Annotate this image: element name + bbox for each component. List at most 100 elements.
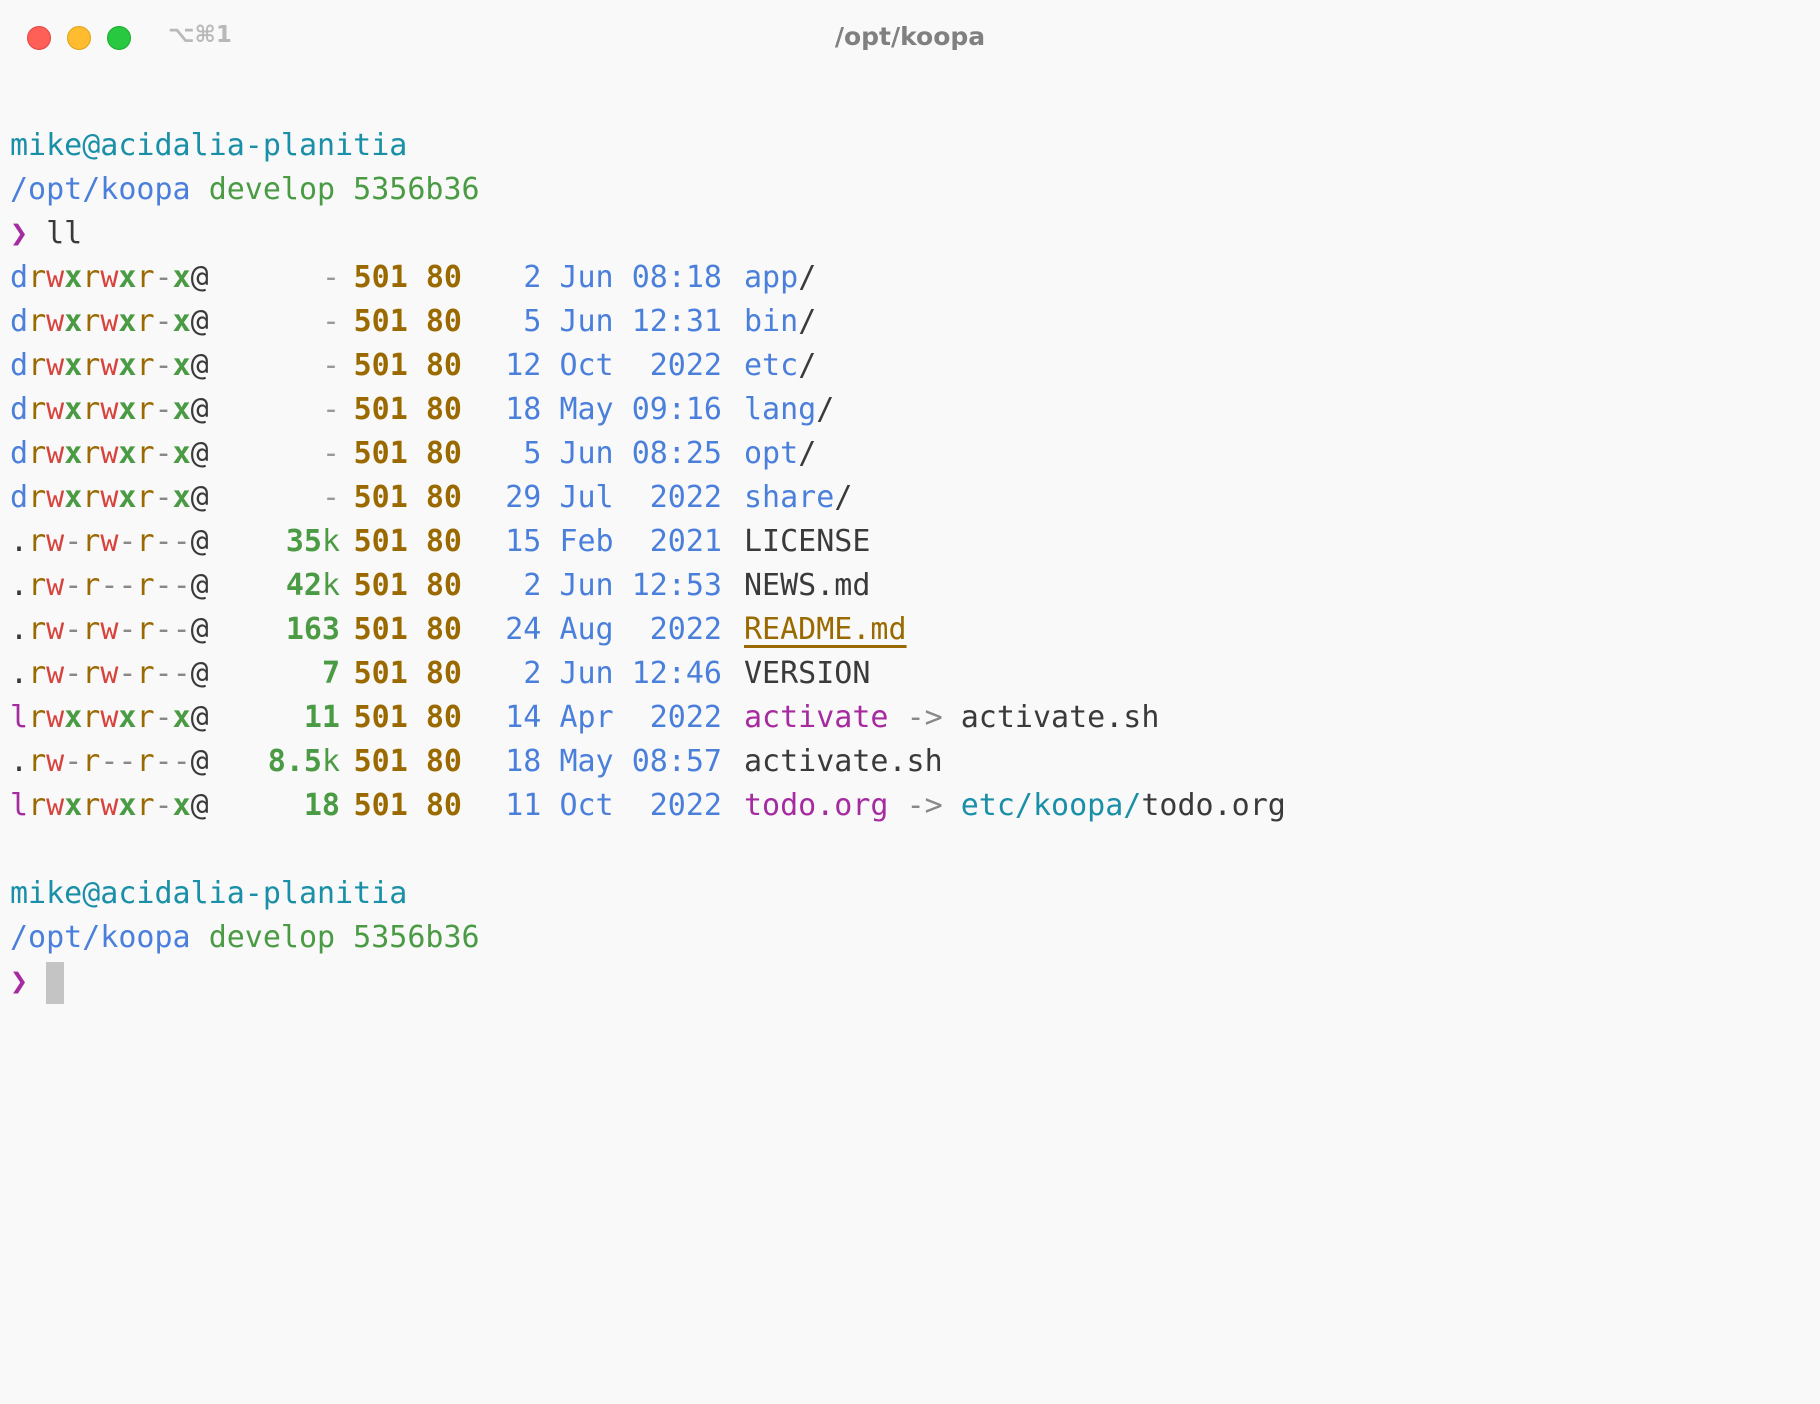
text-cursor[interactable] <box>46 961 65 1004</box>
directory-listing: drwxrwxr-x@ -501 80 2 Jun 08:18 app/drwxrwx… <box>10 256 1286 828</box>
owner: 501 <box>353 524 408 559</box>
owner-group: 501 80 <box>340 784 462 828</box>
input-line[interactable]: ❯ <box>10 960 1286 1004</box>
file-name[interactable]: bin <box>744 304 798 339</box>
listing-row: drwxrwxr-x@ -501 80 29 Jul 2022 share/ <box>10 476 1286 520</box>
symlink-target: todo.org <box>1141 788 1286 823</box>
dir-suffix: / <box>816 392 835 427</box>
owner: 501 <box>353 744 408 779</box>
modified-date: 2 Jun 12:46 <box>462 652 722 696</box>
file-entry[interactable]: bin/ <box>744 300 816 344</box>
dir-suffix: / <box>798 436 817 471</box>
permissions: drwxrwxr-x@ <box>10 436 209 471</box>
date-day: 18 <box>505 392 542 427</box>
prompt-chevron-icon: ❯ <box>10 964 29 999</box>
file-size: 42k <box>285 568 340 603</box>
file-name[interactable]: todo.org <box>744 788 889 823</box>
owner-group: 501 80 <box>340 300 462 344</box>
file-name[interactable]: activate <box>744 700 889 735</box>
permissions: drwxrwxr-x@ <box>10 392 209 427</box>
file-size: - <box>321 260 340 295</box>
title-bar: ⌥⌘1 /opt/koopa <box>0 0 1820 78</box>
date-month: Jun <box>559 656 614 691</box>
date-month: Jun <box>559 436 614 471</box>
date-day: 2 <box>523 260 542 295</box>
date-day: 11 <box>505 788 542 823</box>
owner-group: 501 80 <box>340 388 462 432</box>
file-entry[interactable]: NEWS.md <box>744 564 870 608</box>
file-name[interactable]: VERSION <box>744 656 870 691</box>
modified-date: 2 Jun 12:53 <box>462 564 722 608</box>
listing-row: drwxrwxr-x@ -501 80 18 May 09:16 lang/ <box>10 388 1286 432</box>
file-name[interactable]: etc <box>744 348 798 383</box>
prompt-user-host: mike@acidalia-planitia <box>10 876 408 911</box>
permissions: .rw-r--r--@ <box>10 568 209 603</box>
symlink-arrow: -> <box>906 788 943 823</box>
file-name[interactable]: activate.sh <box>744 744 943 779</box>
file-name[interactable]: lang <box>744 392 816 427</box>
listing-row: drwxrwxr-x@ -501 80 5 Jun 08:25 opt/ <box>10 432 1286 476</box>
file-size: - <box>321 392 340 427</box>
date-month: Jun <box>559 304 614 339</box>
date-month: Jul <box>559 480 614 515</box>
owner-group: 501 80 <box>340 564 462 608</box>
owner: 501 <box>353 304 408 339</box>
modified-date: 15 Feb 2021 <box>462 520 722 564</box>
group: 80 <box>425 392 462 427</box>
date-time-year: 2022 <box>649 700 722 735</box>
owner: 501 <box>353 392 408 427</box>
file-entry[interactable]: VERSION <box>744 652 870 696</box>
owner-group: 501 80 <box>340 476 462 520</box>
date-time-year: 2022 <box>649 480 722 515</box>
file-name[interactable]: LICENSE <box>744 524 870 559</box>
file-entry[interactable]: opt/ <box>744 432 816 476</box>
date-time-year: 12:46 <box>631 656 722 691</box>
owner: 501 <box>353 436 408 471</box>
permissions: lrwxrwxr-x@ <box>10 788 209 823</box>
group: 80 <box>425 260 462 295</box>
dir-suffix: / <box>834 480 853 515</box>
file-name[interactable]: share <box>744 480 834 515</box>
listing-row: lrwxrwxr-x@ 11 501 80 14 Apr 2022 activate -… <box>10 696 1286 740</box>
file-size: 18 <box>303 788 340 823</box>
modified-date: 18 May 09:16 <box>462 388 722 432</box>
file-name[interactable]: opt <box>744 436 798 471</box>
file-entry[interactable]: lang/ <box>744 388 834 432</box>
modified-date: 5 Jun 12:31 <box>462 300 722 344</box>
modified-date: 18 May 08:57 <box>462 740 722 784</box>
file-size: 7 <box>321 656 340 691</box>
permissions: drwxrwxr-x@ <box>10 304 209 339</box>
file-name[interactable]: README.md <box>744 612 907 647</box>
file-size: - <box>321 436 340 471</box>
file-name[interactable]: NEWS.md <box>744 568 870 603</box>
file-name[interactable]: app <box>744 260 798 295</box>
file-entry[interactable]: share/ <box>744 476 852 520</box>
group: 80 <box>425 348 462 383</box>
date-time-year: 2022 <box>649 348 722 383</box>
file-entry[interactable]: todo.org -> etc/koopa/todo.org <box>744 784 1286 828</box>
file-entry[interactable]: app/ <box>744 256 816 300</box>
file-entry[interactable]: LICENSE <box>744 520 870 564</box>
file-entry[interactable]: etc/ <box>744 344 816 388</box>
group: 80 <box>425 480 462 515</box>
permissions: drwxrwxr-x@ <box>10 260 209 295</box>
window-title: /opt/koopa <box>834 22 986 51</box>
terminal-output[interactable]: mike@acidalia-planitia /opt/koopa develo… <box>10 124 1286 1004</box>
owner-group: 501 80 <box>340 696 462 740</box>
file-entry[interactable]: README.md <box>744 608 907 652</box>
owner: 501 <box>353 788 408 823</box>
date-month: Jun <box>559 260 614 295</box>
date-day: 15 <box>505 524 542 559</box>
group: 80 <box>425 700 462 735</box>
owner: 501 <box>353 260 408 295</box>
file-entry[interactable]: activate.sh <box>744 740 943 784</box>
prompt-cwd: /opt/koopa <box>10 920 191 955</box>
date-month: May <box>559 744 614 779</box>
permissions: .rw-rw-r--@ <box>10 524 209 559</box>
listing-row: drwxrwxr-x@ -501 80 12 Oct 2022 etc/ <box>10 344 1286 388</box>
command-text: ll <box>46 216 83 251</box>
listing-row: drwxrwxr-x@ -501 80 2 Jun 08:18 app/ <box>10 256 1286 300</box>
file-entry[interactable]: activate -> activate.sh <box>744 696 1159 740</box>
command-line: ❯ ll <box>10 212 1286 256</box>
file-size: 35k <box>285 524 340 559</box>
